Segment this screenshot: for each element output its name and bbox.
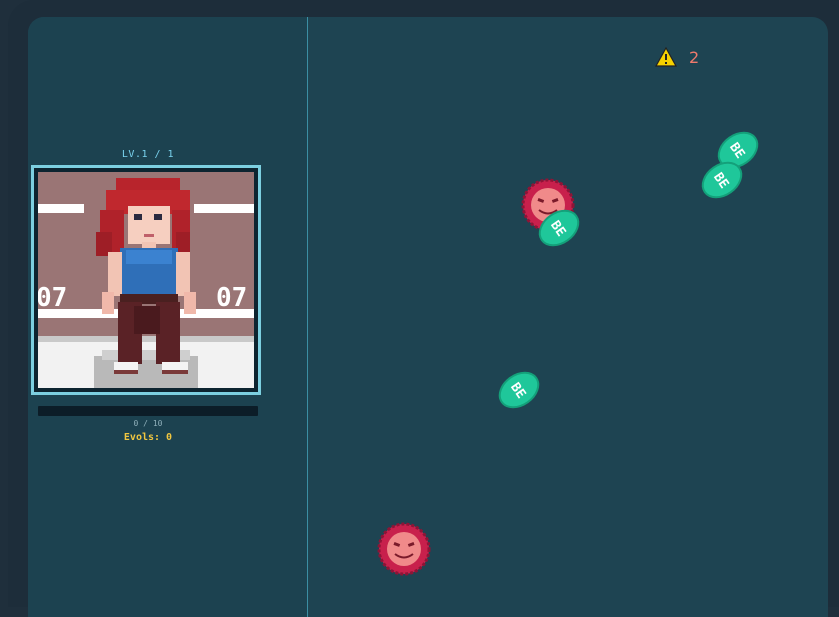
player-sidebar: LV.1 / 1 07 07 0 / 10 Evols: 0 xyxy=(28,17,308,617)
be-token[interactable]: BE xyxy=(496,367,542,413)
jersey-number-right: 07 xyxy=(216,283,247,313)
level-indicator: LV.1 / 1 xyxy=(121,149,175,160)
warning-indicator: 2 xyxy=(655,47,699,67)
be-token[interactable]: BE xyxy=(536,205,582,251)
player-sprite: 07 07 xyxy=(38,172,254,388)
warning-triangle-icon xyxy=(655,47,677,67)
play-field[interactable]: 2 BE BE BE BE xyxy=(308,17,828,617)
player-portrait-frame[interactable]: 07 07 xyxy=(31,165,261,395)
xp-progress-text: 0 / 10 xyxy=(133,419,163,428)
evols-counter: Evols: 0 xyxy=(123,432,173,443)
xp-progress-bar xyxy=(38,406,258,416)
warning-count: 2 xyxy=(689,47,700,67)
jersey-number-left: 07 xyxy=(38,283,67,313)
be-token[interactable]: BE xyxy=(699,157,745,203)
player-portrait: 07 07 xyxy=(38,172,254,388)
enemy-virus[interactable] xyxy=(376,521,432,577)
game-panel: LV.1 / 1 07 07 0 / 10 Evols: 0 2 BE BE B… xyxy=(28,17,828,617)
